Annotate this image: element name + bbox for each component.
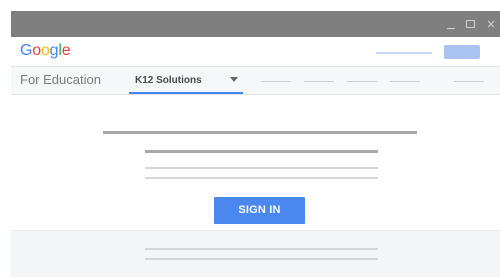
nav-item-placeholder[interactable] <box>454 81 484 82</box>
logo-letter: o <box>32 42 41 59</box>
nav-item-placeholder[interactable] <box>390 81 420 82</box>
title-bar: × <box>11 11 500 37</box>
text-line-placeholder <box>145 177 378 179</box>
maximize-icon[interactable] <box>462 11 480 37</box>
chevron-down-icon <box>230 77 238 82</box>
header-link-placeholder[interactable] <box>376 52 432 54</box>
tab-label: K12 Solutions <box>135 75 202 86</box>
google-logo[interactable]: Google <box>20 42 71 60</box>
tab-k12-solutions[interactable]: K12 Solutions <box>129 67 243 95</box>
nav-item-placeholder[interactable] <box>347 81 377 82</box>
footer-text-placeholder <box>145 258 378 260</box>
main-content: SIGN IN <box>11 95 500 230</box>
logo-letter: e <box>61 42 71 59</box>
subheading-placeholder <box>145 150 378 153</box>
minimize-icon[interactable] <box>443 11 461 37</box>
heading-placeholder <box>103 131 417 134</box>
footer-text-placeholder <box>145 248 378 250</box>
brand-header: Google <box>11 37 500 66</box>
sub-navigation: For Education K12 Solutions <box>11 66 500 95</box>
text-line-placeholder <box>145 167 378 169</box>
nav-item-placeholder[interactable] <box>261 81 291 82</box>
close-icon[interactable]: × <box>482 11 500 37</box>
header-button-placeholder[interactable] <box>444 45 480 59</box>
nav-item-placeholder[interactable] <box>304 81 334 82</box>
logo-letter: o <box>40 42 50 59</box>
active-tab-indicator <box>129 92 243 94</box>
browser-window: × Google For Education K12 Solutions SIG… <box>11 11 500 277</box>
footer <box>11 230 500 277</box>
section-title[interactable]: For Education <box>20 72 101 87</box>
logo-letter: G <box>20 42 33 59</box>
sign-in-button[interactable]: SIGN IN <box>214 197 305 224</box>
